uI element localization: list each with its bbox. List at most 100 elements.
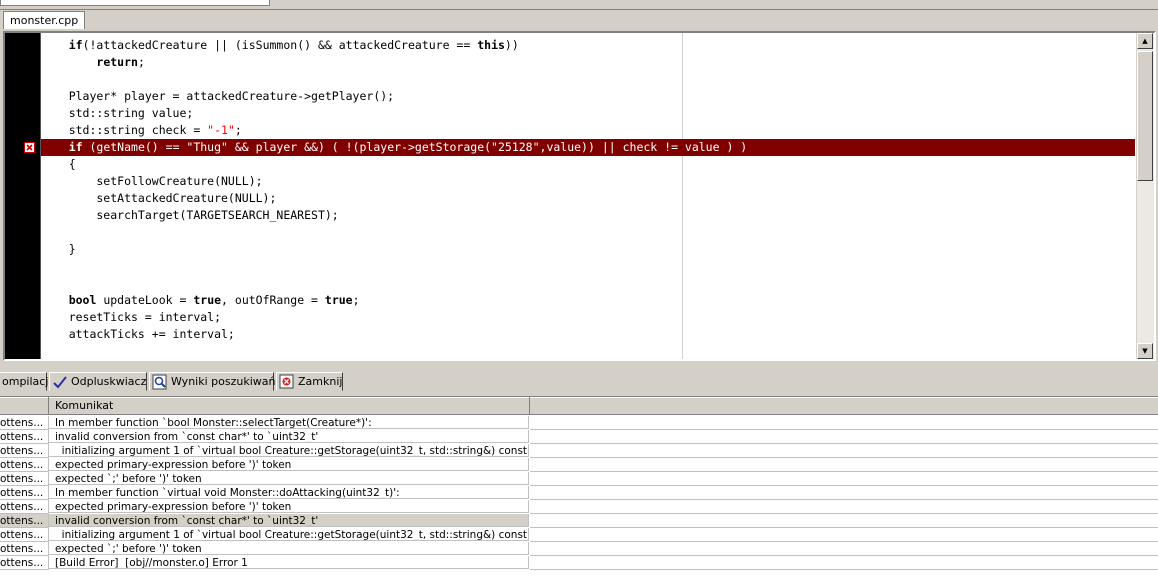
table-row[interactable]: ottens... [Build Error] [obj//monster.o] … (0, 556, 1158, 570)
editor-vertical-scrollbar[interactable]: ▲ ▼ (1136, 33, 1154, 359)
cell-unit: ottens... (0, 514, 49, 528)
cell-message: expected primary-expression before ')' t… (49, 458, 529, 471)
code-line[interactable]: { (41, 156, 1135, 173)
code-line[interactable]: std::string check = "-1"; (41, 122, 1135, 139)
cell-unit: ottens... (0, 542, 49, 556)
code-line[interactable]: setFollowCreature(NULL); (41, 173, 1135, 190)
code-token: ; (352, 293, 360, 307)
code-token: , outOfRange = (221, 293, 325, 307)
cell-unit: ottens... (0, 486, 49, 500)
code-line[interactable]: } (41, 241, 1135, 258)
code-editor[interactable]: if(!attackedCreature || (isSummon() && a… (3, 31, 1156, 361)
code-text: std::string value; (41, 105, 194, 122)
code-line[interactable]: return; (41, 54, 1135, 71)
code-token: std::string check = (41, 123, 208, 137)
scroll-down-icon[interactable]: ▼ (1137, 343, 1153, 359)
cell-unit: ottens... (0, 430, 49, 444)
cell-filler (530, 556, 1158, 570)
column-header-filler (530, 397, 1158, 415)
bottom-tab-2[interactable]: Wyniki poszukiwań (149, 372, 276, 391)
column-header-unit[interactable] (0, 397, 49, 415)
code-line-error[interactable]: if (getName() == "Thug" && player &&) ( … (41, 139, 1135, 156)
table-row[interactable]: ottens... expected primary-expression bef… (0, 458, 1158, 472)
table-row[interactable]: ottens... initializing argument 1 of `vi… (0, 444, 1158, 458)
code-text: if(!attackedCreature || (isSummon() && a… (41, 37, 519, 54)
keyword-token: return (96, 55, 138, 69)
code-line[interactable]: std::string value; (41, 105, 1135, 122)
code-text: } (41, 241, 76, 258)
cell-unit: ottens... (0, 416, 49, 430)
bottom-tab-1[interactable]: Odpluskwiacz (49, 372, 147, 391)
cell-filler (530, 458, 1158, 472)
tab-monster-cpp[interactable]: monster.cpp (3, 11, 86, 29)
code-token: resetTicks = interval; (41, 310, 222, 324)
cell-message: invalid conversion from `const char*' to… (49, 514, 529, 527)
top-divider (0, 9, 1158, 10)
compiler-messages-list[interactable]: Komunikat ottens... In member function `b… (0, 396, 1158, 585)
keyword-token: true (193, 293, 222, 307)
cell-unit: ottens... (0, 528, 49, 542)
code-token: { (41, 157, 76, 171)
code-line[interactable]: Player* player = attackedCreature->getPl… (41, 88, 1135, 105)
cell-message: In member function `virtual void Monster… (49, 486, 529, 499)
pane-splitter[interactable] (0, 364, 1158, 368)
bottom-tab-bar: ompilacji Odpluskwiacz Wyniki poszukiwań Za… (0, 370, 1158, 394)
code-text: searchTarget(TARGETSEARCH_NEAREST); (41, 207, 339, 224)
code-text: bool updateLook = true, outOfRange = tru… (41, 292, 360, 309)
scroll-up-icon[interactable]: ▲ (1137, 33, 1153, 49)
code-token: ; (137, 55, 145, 69)
code-area[interactable]: if(!attackedCreature || (isSummon() && a… (41, 33, 1135, 359)
editor-gutter[interactable] (5, 33, 40, 359)
table-row[interactable]: ottens... invalid conversion from `const … (0, 514, 1158, 528)
error-marker-icon[interactable] (24, 142, 35, 153)
keyword-token: if (68, 140, 83, 154)
code-line[interactable]: setAttackedCreature(NULL); (41, 190, 1135, 207)
bottom-tab-label: Zamknij (298, 375, 343, 388)
code-line[interactable]: bool updateLook = true, outOfRange = tru… (41, 292, 1135, 309)
table-row[interactable]: ottens... expected `;' before ')' token (0, 472, 1158, 486)
table-row[interactable]: ottens... initializing argument 1 of `vi… (0, 528, 1158, 542)
code-line[interactable] (41, 224, 1135, 241)
table-row[interactable]: ottens... In member function `virtual voi… (0, 486, 1158, 500)
code-line[interactable]: searchTarget(TARGETSEARCH_NEAREST); (41, 207, 1135, 224)
cell-message: initializing argument 1 of `virtual bool… (49, 528, 529, 541)
code-line[interactable] (41, 258, 1135, 275)
keyword-token: bool (68, 293, 97, 307)
code-line[interactable] (41, 275, 1135, 292)
cell-unit: ottens... (0, 458, 49, 472)
cell-filler (530, 486, 1158, 500)
cell-filler (530, 542, 1158, 556)
code-text: Player* player = attackedCreature->getPl… (41, 88, 394, 105)
bottom-tab-3[interactable]: Zamknij (276, 372, 343, 391)
keyword-token: if (68, 38, 83, 52)
code-line[interactable] (41, 71, 1135, 88)
search-results-icon (152, 374, 168, 390)
cell-filler (530, 444, 1158, 458)
table-row[interactable]: ottens... expected `;' before ')' token (0, 542, 1158, 556)
code-line[interactable]: attackTicks += interval; (41, 326, 1135, 343)
code-line[interactable]: if(!attackedCreature || (isSummon() && a… (41, 37, 1135, 54)
bottom-tab-0[interactable]: ompilacji (0, 372, 51, 391)
code-text: resetTicks = interval; (41, 309, 221, 326)
code-text: setFollowCreature(NULL); (41, 173, 262, 190)
code-line[interactable]: resetTicks = interval; (41, 309, 1135, 326)
code-text: if (getName() == "Thug" && player &&) ( … (41, 139, 748, 156)
code-token: updateLook = (96, 293, 194, 307)
cell-message: expected primary-expression before ')' t… (49, 500, 529, 513)
top-toolbar-box (0, 0, 270, 6)
cell-message: In member function `bool Monster::select… (49, 416, 529, 429)
bottom-tab-label: Wyniki poszukiwań (171, 375, 276, 388)
table-row[interactable]: ottens... In member function `bool Monste… (0, 416, 1158, 430)
table-row[interactable]: ottens... expected primary-expression bef… (0, 500, 1158, 514)
cell-message: [Build Error] [obj//monster.o] Error 1 (49, 556, 529, 569)
cell-filler (530, 500, 1158, 514)
cell-message: invalid conversion from `const char*' to… (49, 430, 529, 443)
cell-filler (530, 430, 1158, 444)
scrollbar-thumb[interactable] (1137, 51, 1153, 181)
column-header-komunikat[interactable]: Komunikat (49, 397, 530, 415)
table-row[interactable]: ottens... invalid conversion from `const … (0, 430, 1158, 444)
code-token: searchTarget(TARGETSEARCH_NEAREST); (41, 208, 339, 222)
bottom-tab-label: Odpluskwiacz (71, 375, 147, 388)
